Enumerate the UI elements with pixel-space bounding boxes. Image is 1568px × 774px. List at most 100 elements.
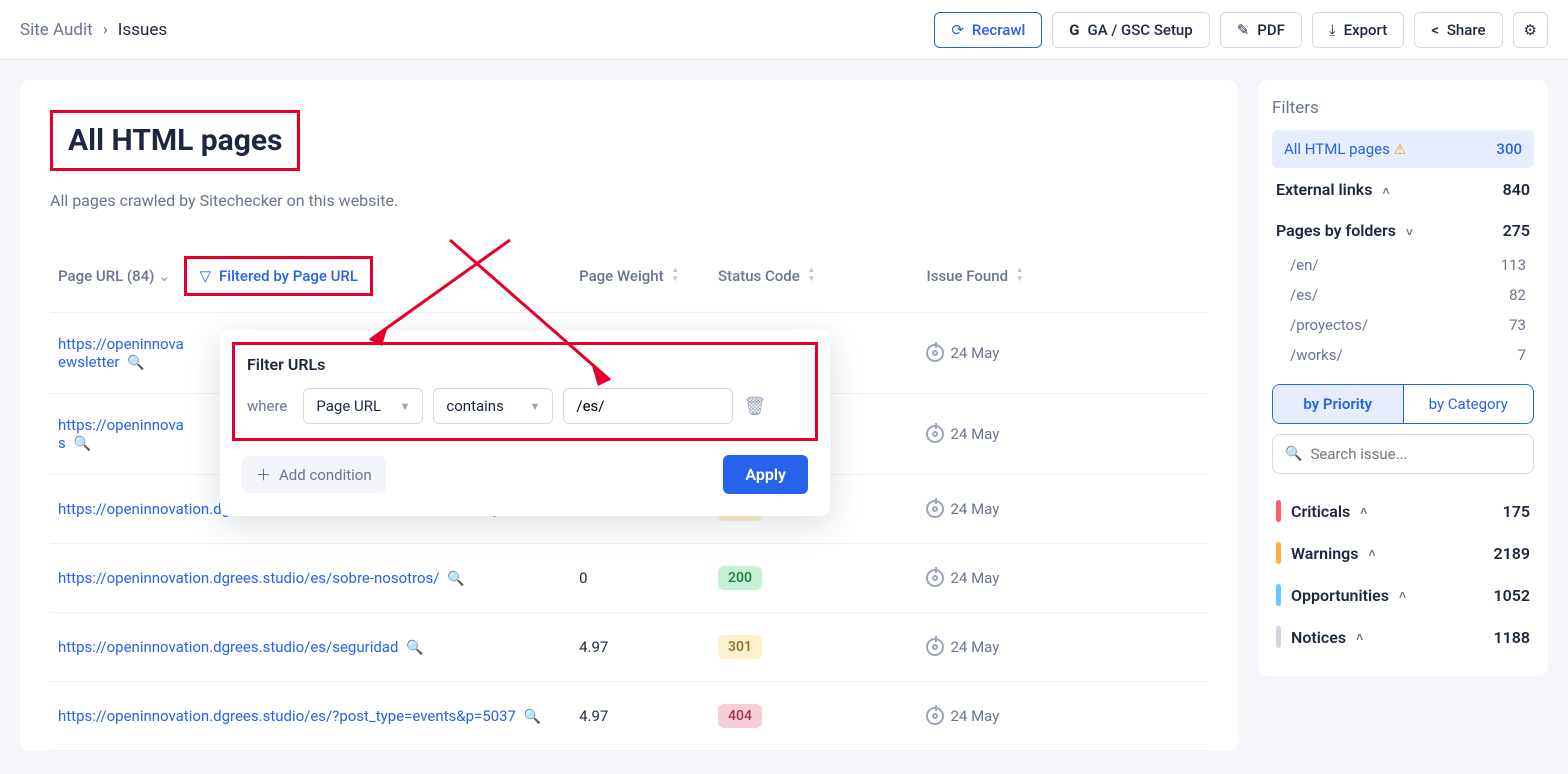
folder-label: /proyectos/	[1290, 316, 1368, 334]
add-condition-button[interactable]: ＋ Add condition	[242, 456, 386, 493]
severity-count: 175	[1503, 502, 1530, 521]
severity-count: 1052	[1493, 586, 1530, 605]
page-url-link[interactable]: https://openinnovaewsletter	[58, 335, 184, 371]
severity-not[interactable]: Notices˄1188	[1272, 616, 1534, 658]
filter-op-value: contains	[446, 397, 503, 415]
refresh-icon: ⟳	[951, 21, 964, 39]
funnel-icon: ▽	[199, 267, 211, 285]
folder-count: 82	[1509, 286, 1526, 304]
main-panel: All HTML pages All pages crawled by Site…	[20, 80, 1238, 751]
breadcrumb-parent[interactable]: Site Audit	[20, 20, 93, 40]
pdf-label: PDF	[1257, 21, 1285, 39]
issue-date: 24 May	[950, 569, 999, 587]
page-weight-cell: 4.97	[571, 682, 710, 751]
severity-warn[interactable]: Warnings˄2189	[1272, 532, 1534, 574]
target-icon	[926, 425, 944, 443]
sidebar-pages-by-folders[interactable]: Pages by folders ˅ 275	[1272, 209, 1534, 250]
issue-date: 24 May	[950, 425, 999, 443]
top-actions: ⟳ Recrawl G GA / GSC Setup ✎ PDF ⤓ Expor…	[934, 12, 1548, 48]
table-row: https://openinnovation.dgrees.studio/es/…	[50, 682, 1208, 751]
settings-button[interactable]: ⚙	[1513, 12, 1548, 48]
magnifier-icon[interactable]: 🔍	[524, 709, 541, 725]
status-badge: 404	[718, 704, 762, 728]
priority-category-toggle: by Priority by Category	[1272, 384, 1534, 424]
filter-value-input[interactable]	[563, 388, 733, 424]
filter-by-url-button[interactable]: ▽ Filtered by Page URL	[184, 256, 373, 296]
export-button[interactable]: ⤓ Export	[1312, 12, 1404, 48]
sidebar-sec-count: 275	[1503, 221, 1530, 240]
pdf-button[interactable]: ✎ PDF	[1220, 12, 1302, 48]
apply-button[interactable]: Apply	[723, 455, 808, 494]
sidebar-sec-label: Pages by folders	[1276, 221, 1396, 240]
pdf-icon: ✎	[1237, 21, 1250, 39]
page-weight-cell: 0	[571, 544, 710, 613]
severity-bar	[1276, 584, 1281, 606]
col-issue-found[interactable]: Issue Found	[926, 267, 1008, 285]
sidebar-folder-item[interactable]: /proyectos/73	[1272, 310, 1534, 340]
filter-field-select[interactable]: Page URL ▼	[303, 388, 423, 424]
page-url-link[interactable]: https://openinnovation.dgrees.studio/es/…	[58, 569, 439, 587]
chevron-down-icon: ▼	[530, 400, 541, 413]
severity-count: 1188	[1493, 628, 1530, 647]
plus-icon: ＋	[256, 464, 271, 485]
filter-label: Filtered by Page URL	[219, 267, 358, 285]
toggle-by-priority[interactable]: by Priority	[1273, 385, 1403, 423]
folder-count: 7	[1518, 346, 1526, 364]
sidebar-folder-item[interactable]: /es/82	[1272, 280, 1534, 310]
status-badge: 301	[718, 635, 762, 659]
severity-label: Warnings	[1291, 544, 1359, 563]
magnifier-icon[interactable]: 🔍	[127, 355, 144, 371]
folder-label: /works/	[1290, 346, 1343, 364]
ga-gsc-setup-button[interactable]: G GA / GSC Setup	[1052, 12, 1209, 48]
issue-date: 24 May	[950, 638, 999, 656]
severity-opp[interactable]: Opportunities˄1052	[1272, 574, 1534, 616]
chevron-down-icon: ▼	[400, 400, 411, 413]
sort-icon[interactable]	[671, 267, 683, 281]
toggle-by-category[interactable]: by Category	[1403, 385, 1534, 423]
chevron-down-icon[interactable]: ⌄	[158, 267, 171, 285]
page-url-link[interactable]: https://openinnovation.dgrees.studio/es/…	[58, 707, 516, 725]
col-page-weight[interactable]: Page Weight	[579, 267, 664, 285]
topbar: Site Audit › Issues ⟳ Recrawl G GA / GSC…	[0, 0, 1568, 60]
table-row: https://openinnovation.dgrees.studio/es/…	[50, 613, 1208, 682]
magnifier-icon[interactable]: 🔍	[73, 436, 90, 452]
sort-icon[interactable]	[808, 267, 820, 281]
col-page-url[interactable]: Page URL (84)	[58, 267, 154, 285]
folder-label: /en/	[1290, 256, 1319, 274]
magnifier-icon[interactable]: 🔍	[406, 640, 423, 656]
share-button[interactable]: < Share	[1414, 12, 1502, 48]
sidebar-external-links[interactable]: External links ˄ 840	[1272, 168, 1534, 209]
share-label: Share	[1447, 21, 1486, 39]
severity-crit[interactable]: Criticals ˄ 175	[1272, 490, 1534, 532]
issue-date: 24 May	[950, 500, 999, 518]
sidebar-title: Filters	[1272, 98, 1534, 118]
trash-icon[interactable]: 🗑	[743, 396, 766, 417]
filter-field-value: Page URL	[316, 397, 381, 415]
sidebar-folder-item[interactable]: /works/7	[1272, 340, 1534, 370]
recrawl-button[interactable]: ⟳ Recrawl	[934, 12, 1042, 48]
filter-operator-select[interactable]: contains ▼	[433, 388, 553, 424]
chevron-up-icon: ˄	[1360, 504, 1367, 518]
download-icon: ⤓	[1329, 21, 1336, 39]
severity-label: Criticals	[1291, 502, 1350, 521]
folder-count: 73	[1509, 316, 1526, 334]
chevron-up-icon: ˄	[1369, 546, 1376, 560]
share-icon: <	[1431, 21, 1439, 39]
folder-label: /es/	[1290, 286, 1318, 304]
target-icon	[926, 569, 944, 587]
ga-gsc-label: GA / GSC Setup	[1088, 21, 1193, 39]
sort-icon[interactable]	[1016, 267, 1028, 281]
col-status-code[interactable]: Status Code	[718, 267, 800, 285]
chevron-up-icon: ˄	[1382, 184, 1389, 198]
page-url-link[interactable]: https://openinnovation.dgrees.studio/es/…	[58, 638, 398, 656]
google-icon: G	[1069, 21, 1079, 39]
breadcrumb-sep: ›	[103, 20, 108, 40]
breadcrumb: Site Audit › Issues	[20, 20, 167, 40]
search-issue-input[interactable]	[1310, 445, 1521, 463]
sidebar-filter-all-html[interactable]: All HTML pages ⚠ 300	[1272, 130, 1534, 168]
sidebar-folder-item[interactable]: /en/113	[1272, 250, 1534, 280]
search-issue-box[interactable]: 🔍	[1272, 434, 1534, 474]
warning-icon: ⚠	[1394, 142, 1407, 158]
magnifier-icon[interactable]: 🔍	[447, 571, 464, 587]
severity-bar	[1276, 626, 1281, 648]
